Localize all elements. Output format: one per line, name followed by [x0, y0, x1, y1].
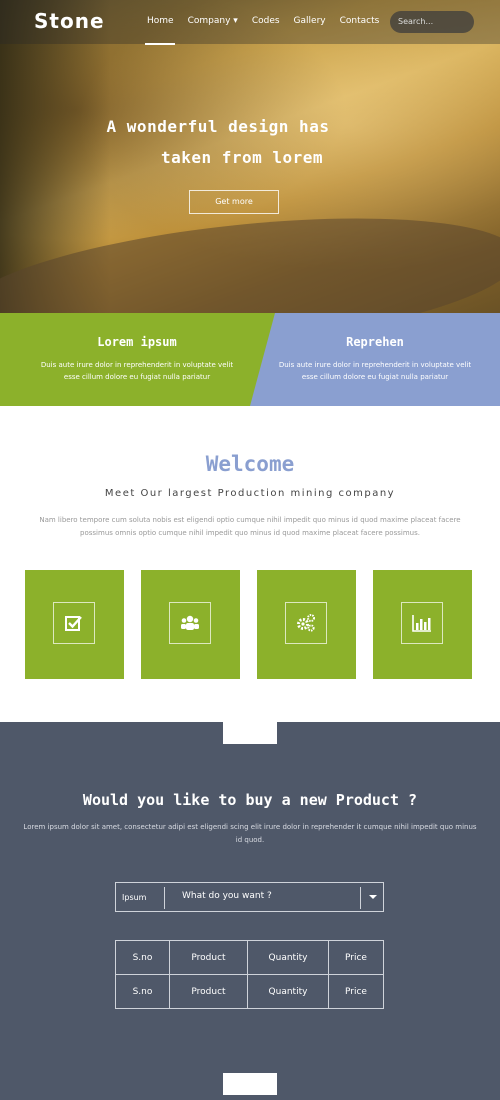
- nav-company-label: Company: [187, 16, 231, 26]
- top-navbar: Stone Home Company ▾ Codes Gallery Conta…: [0, 0, 500, 45]
- nav-company[interactable]: Company ▾: [188, 16, 238, 26]
- table-row: S.no Product Quantity Price: [115, 974, 384, 1009]
- select-divider: [360, 887, 361, 909]
- nav-home[interactable]: Home: [147, 16, 174, 26]
- tile-icon-frame: [401, 602, 443, 644]
- table-cell: Price: [328, 974, 384, 1009]
- nav-contacts[interactable]: Contacts: [340, 16, 380, 26]
- section-notch-bottom: [223, 1073, 277, 1095]
- chevron-down-icon: ▾: [233, 16, 238, 26]
- feature-tile-2[interactable]: [141, 570, 240, 679]
- checkbox-icon: [65, 616, 82, 631]
- hero-banner: Stone Home Company ▾ Codes Gallery Conta…: [0, 0, 500, 313]
- tile-icon-frame: [285, 602, 327, 644]
- feature-tile-3[interactable]: [257, 570, 356, 679]
- table-cell: S.no: [115, 940, 170, 975]
- product-select[interactable]: Ipsum What do you want ?: [115, 882, 384, 912]
- active-nav-underline: [145, 43, 175, 45]
- band-text: Duis aute irure dolor in reprehenderit i…: [250, 359, 500, 383]
- main-menu: Home Company ▾ Codes Gallery Contacts: [147, 16, 393, 26]
- feature-tile-1[interactable]: [25, 570, 124, 679]
- hero-title-line2: taken from lorem: [160, 148, 324, 167]
- welcome-text: Nam libero tempore cum soluta nobis est …: [39, 516, 461, 537]
- search-input[interactable]: Search...: [390, 11, 474, 33]
- band-title: Reprehen: [346, 335, 404, 349]
- table-row: S.no Product Quantity Price: [115, 940, 384, 975]
- band-text-line1: Duis aute irure dolor in reprehenderit i…: [278, 361, 472, 369]
- select-divider: [164, 887, 165, 909]
- bar-chart-icon: [412, 615, 431, 632]
- tile-icon-frame: [53, 602, 95, 644]
- chevron-down-icon[interactable]: [369, 895, 377, 899]
- buy-text: Lorem ipsum dolor sit amet, consectetur …: [23, 823, 477, 844]
- get-more-button[interactable]: Get more: [189, 190, 279, 214]
- select-label: Ipsum: [122, 893, 147, 902]
- band-title: Lorem ipsum: [97, 335, 177, 349]
- product-table: S.no Product Quantity Price S.no Product…: [115, 940, 384, 1009]
- welcome-title: Welcome: [205, 452, 295, 476]
- band-text-line1: Duis aute irure dolor in reprehenderit i…: [40, 361, 234, 369]
- logo[interactable]: Stone: [34, 9, 105, 33]
- search-placeholder: Search...: [398, 17, 434, 26]
- section-notch-top: [223, 722, 277, 744]
- band-text-line2: esse cillum dolore eu fugiat nulla paria…: [63, 373, 211, 381]
- select-value: What do you want ?: [182, 891, 272, 901]
- table-cell: Product: [169, 974, 248, 1009]
- tile-icon-frame: [169, 602, 211, 644]
- band-text: Duis aute irure dolor in reprehenderit i…: [12, 359, 262, 383]
- users-icon: [181, 615, 199, 630]
- table-cell: Quantity: [247, 940, 329, 975]
- table-cell: Quantity: [247, 974, 329, 1009]
- gears-icon: [297, 614, 315, 632]
- nav-codes[interactable]: Codes: [252, 16, 280, 26]
- band-text-line2: esse cillum dolore eu fugiat nulla paria…: [301, 373, 449, 381]
- feature-band-blue: Reprehen Duis aute irure dolor in repreh…: [250, 313, 500, 406]
- nav-gallery[interactable]: Gallery: [294, 16, 326, 26]
- hero-title-line1: A wonderful design has: [106, 117, 330, 136]
- welcome-subtitle: Meet Our largest Production mining compa…: [104, 488, 396, 499]
- table-cell: Price: [328, 940, 384, 975]
- feature-tile-4[interactable]: [373, 570, 472, 679]
- buy-title: Would you like to buy a new Product ?: [82, 791, 418, 809]
- table-cell: Product: [169, 940, 248, 975]
- table-cell: S.no: [115, 974, 170, 1009]
- feature-band-green: Lorem ipsum Duis aute irure dolor in rep…: [0, 313, 276, 406]
